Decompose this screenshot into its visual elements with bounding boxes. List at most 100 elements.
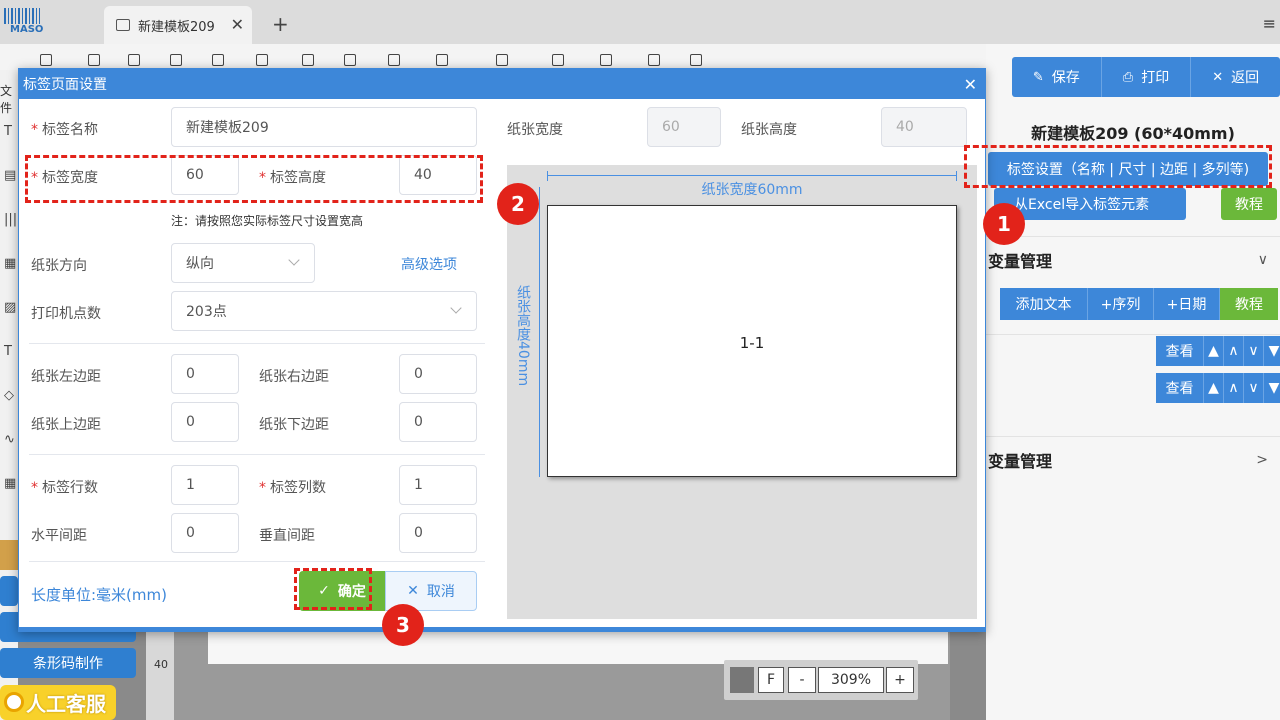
variable-management-section-2[interactable]: 变量管理 > — [986, 436, 1280, 482]
label-name-input[interactable]: 新建模板209 — [171, 107, 477, 147]
customer-service-button[interactable]: 人工客服 — [0, 685, 116, 720]
qrcode-tool-icon[interactable]: ▦ — [4, 256, 16, 271]
rows-input[interactable]: 1 — [171, 465, 239, 505]
layer-icon[interactable] — [496, 54, 508, 66]
print-button[interactable]: ⎙ 打印 — [1102, 57, 1192, 97]
move-down-icon[interactable]: ∨ — [1244, 336, 1264, 366]
horizontal-gap-label: 水平间距 — [31, 528, 87, 544]
bottom-margin-input[interactable]: 0 — [399, 402, 477, 442]
section-divider — [29, 561, 485, 562]
align-left-icon[interactable] — [302, 54, 314, 66]
headset-icon — [4, 692, 24, 712]
move-bottom-icon[interactable]: ▼ — [1264, 373, 1280, 403]
zoom-fit-button[interactable]: F — [758, 667, 784, 693]
chevron-right-icon: > — [1256, 451, 1268, 468]
left-margin-input[interactable]: 0 — [171, 354, 239, 394]
dialog-footer-bar — [19, 627, 985, 631]
tutorial-button-1[interactable]: 教程 — [1221, 188, 1277, 220]
view-button-1[interactable]: 查看 — [1156, 336, 1204, 366]
add-date-button[interactable]: +日期 — [1154, 288, 1220, 320]
paper-width-label: 纸张宽度 — [507, 122, 563, 138]
right-margin-input[interactable]: 0 — [399, 354, 477, 394]
size-note: 注：请按照您实际标签尺寸设置宽高 — [171, 214, 364, 228]
advanced-options-link[interactable]: 高级选项 — [401, 254, 457, 274]
variable-row-1-actions: 查看 ▲ ∧ ∨ ▼ — [1156, 336, 1280, 366]
add-text-button[interactable]: 添加文本 — [1000, 288, 1088, 320]
canvas-paper[interactable] — [208, 630, 948, 664]
move-top-icon[interactable]: ▲ — [1204, 373, 1224, 403]
sparkle-icon[interactable] — [648, 54, 660, 66]
redo-icon[interactable] — [128, 54, 140, 66]
barcode-make-button[interactable]: 条形码制作 — [0, 648, 136, 678]
list-tool-icon[interactable]: ▤ — [4, 168, 16, 183]
bottom-margin-label: 纸张下边距 — [259, 417, 329, 433]
vertical-gap-input[interactable]: 0 — [399, 513, 477, 553]
text-tool-2-icon[interactable]: T — [4, 344, 12, 359]
zoom-in-button[interactable]: + — [886, 667, 914, 693]
top-action-group: ✎ 保存 ⎙ 打印 ✕ 返回 — [1012, 57, 1280, 97]
export-icon[interactable] — [690, 54, 702, 66]
dialog-title: 标签页面设置 — [23, 77, 107, 93]
label-page-settings-dialog: 标签页面设置 ✕ * 标签名称 新建模板209 * 标签宽度 60 * 标签高度 40… — [18, 68, 986, 632]
printer-dpi-select[interactable]: 203点 — [171, 291, 477, 331]
dialog-close-icon[interactable]: ✕ — [964, 75, 977, 94]
rotate-icon[interactable] — [600, 54, 612, 66]
move-down-icon[interactable]: ∨ — [1244, 373, 1264, 403]
move-top-icon[interactable]: ▲ — [1204, 336, 1224, 366]
barcode-tool-icon[interactable]: ||| — [4, 212, 17, 227]
save-button[interactable]: ✎ 保存 — [1012, 57, 1102, 97]
paste-icon[interactable] — [212, 54, 224, 66]
chevron-down-icon — [450, 302, 462, 314]
height-dimension-label: 纸张高度40mm — [515, 285, 531, 387]
move-up-icon[interactable]: ∧ — [1224, 336, 1244, 366]
label-name-label: * 标签名称 — [31, 122, 98, 138]
move-up-icon[interactable]: ∧ — [1224, 373, 1244, 403]
cols-label: * 标签列数 — [259, 480, 326, 496]
new-tab-button[interactable]: + — [272, 12, 289, 36]
zoom-level: 309% — [818, 667, 884, 693]
file-menu-label[interactable]: 文件 — [0, 82, 18, 116]
section-divider — [29, 454, 485, 455]
undo-icon[interactable] — [88, 54, 100, 66]
close-icon: ✕ — [407, 583, 419, 599]
eye-icon[interactable] — [40, 54, 52, 66]
horizontal-gap-input[interactable]: 0 — [171, 513, 239, 553]
delete-icon[interactable] — [256, 54, 268, 66]
left-margin-label: 纸张左边距 — [31, 369, 101, 385]
shape-tool-icon[interactable]: ◇ — [4, 388, 14, 403]
copy-icon[interactable] — [170, 54, 182, 66]
align-center-icon[interactable] — [344, 54, 356, 66]
align-vertical-icon[interactable] — [388, 54, 400, 66]
image-tool-icon[interactable]: ▨ — [4, 300, 16, 315]
line-tool-icon[interactable]: ∿ — [4, 432, 15, 447]
highlight-label-size — [25, 155, 483, 203]
add-sequence-button[interactable]: +序列 — [1088, 288, 1154, 320]
view-button-2[interactable]: 查看 — [1156, 373, 1204, 403]
variable-add-group: 添加文本 +序列 +日期 教程 — [1000, 288, 1278, 320]
orientation-select[interactable]: 纵向 — [171, 243, 315, 283]
width-dimension-label: 纸张宽度60mm — [701, 182, 803, 198]
align-bottom-icon[interactable] — [436, 54, 448, 66]
side-accent — [0, 540, 18, 570]
step-marker-1: 1 — [983, 203, 1025, 245]
menu-icon[interactable]: ≡ — [1263, 14, 1276, 33]
app-logo: MASO — [0, 4, 46, 38]
top-margin-input[interactable]: 0 — [171, 402, 239, 442]
table-tool-icon[interactable]: ▦ — [4, 476, 16, 491]
tutorial-button-2[interactable]: 教程 — [1220, 288, 1278, 320]
side-button-1[interactable] — [0, 576, 18, 606]
variable-management-section-1[interactable]: 变量管理 ∨ — [986, 236, 1280, 282]
move-bottom-icon[interactable]: ▼ — [1264, 336, 1280, 366]
right-margin-label: 纸张右边距 — [259, 369, 329, 385]
group-icon[interactable] — [552, 54, 564, 66]
color-swatch[interactable] — [730, 667, 754, 693]
close-tab-icon[interactable]: ✕ — [231, 15, 244, 34]
cols-input[interactable]: 1 — [399, 465, 477, 505]
back-button[interactable]: ✕ 返回 — [1191, 57, 1280, 97]
tab-title: 新建模板209 — [138, 19, 215, 35]
tab-template[interactable]: 新建模板209 ✕ — [104, 6, 252, 44]
highlight-label-settings — [964, 145, 1272, 188]
paper-height-input: 40 — [881, 107, 967, 147]
text-tool-icon[interactable]: T — [4, 124, 12, 139]
zoom-out-button[interactable]: - — [788, 667, 816, 693]
